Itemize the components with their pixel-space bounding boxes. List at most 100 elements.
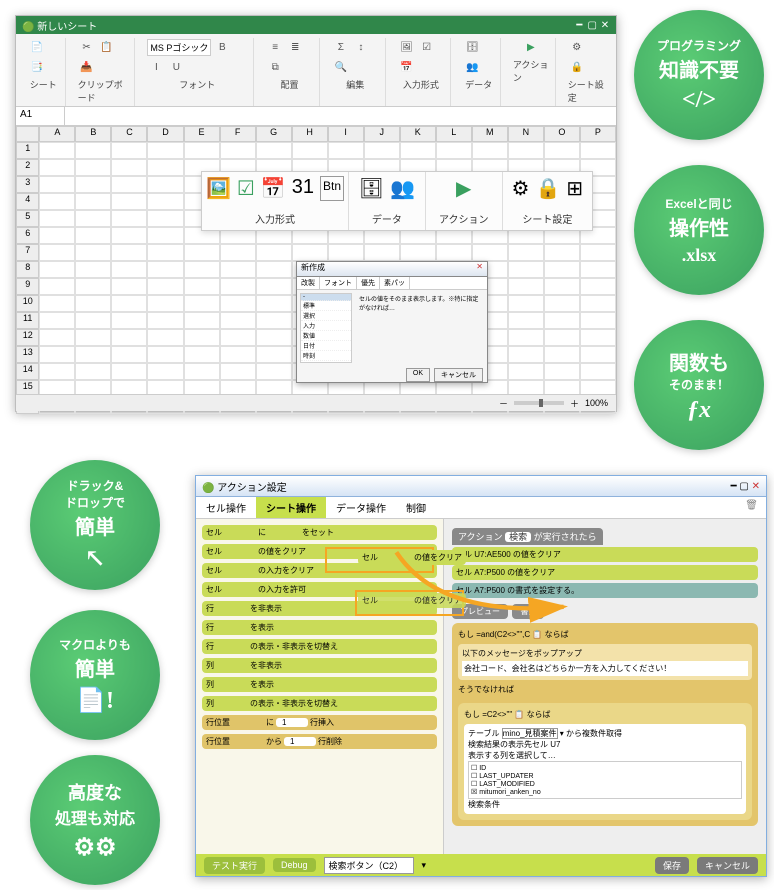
cell[interactable]: [184, 244, 220, 261]
cell[interactable]: [220, 244, 256, 261]
cell[interactable]: [75, 244, 111, 261]
cell[interactable]: [508, 312, 544, 329]
cell[interactable]: [147, 193, 183, 210]
col-header[interactable]: I: [328, 126, 364, 142]
col-header[interactable]: E: [184, 126, 220, 142]
col-header[interactable]: B: [75, 126, 111, 142]
cell[interactable]: [111, 346, 147, 363]
cell[interactable]: [75, 210, 111, 227]
image-icon[interactable]: 🖼️: [206, 176, 231, 201]
spreadsheet-titlebar[interactable]: 🟢 新しいシート ━ ▢ ✕: [16, 16, 616, 34]
cell[interactable]: [256, 363, 292, 380]
cell[interactable]: [292, 142, 328, 159]
cut-icon[interactable]: ✂: [78, 38, 96, 56]
cell[interactable]: [220, 312, 256, 329]
cell[interactable]: [508, 244, 544, 261]
column-list[interactable]: ☐ ID ☐ LAST_UPDATER ☐ LAST_MODIFIED ☒ mi…: [468, 761, 742, 799]
cell[interactable]: [39, 329, 75, 346]
cell[interactable]: [544, 363, 580, 380]
cell[interactable]: [580, 278, 616, 295]
palette-block[interactable]: 行位置 に 1 行挿入: [202, 715, 437, 730]
cell[interactable]: [75, 278, 111, 295]
cell[interactable]: [508, 295, 544, 312]
row-header[interactable]: 3: [16, 176, 39, 193]
cell[interactable]: [544, 346, 580, 363]
cell[interactable]: [580, 363, 616, 380]
find-icon[interactable]: 🔍: [332, 58, 350, 76]
cell[interactable]: [256, 312, 292, 329]
formula-bar[interactable]: [65, 107, 616, 125]
row-header[interactable]: 13: [16, 346, 39, 363]
cell[interactable]: [220, 261, 256, 278]
format-button[interactable]: 書式: [512, 604, 544, 619]
cell[interactable]: [39, 363, 75, 380]
cell[interactable]: [147, 278, 183, 295]
cell[interactable]: [75, 193, 111, 210]
col-header[interactable]: F: [220, 126, 256, 142]
col-header[interactable]: K: [400, 126, 436, 142]
lock-icon[interactable]: 🔒: [535, 176, 560, 201]
cell[interactable]: [184, 142, 220, 159]
cell[interactable]: [580, 312, 616, 329]
tab-control[interactable]: 制御: [396, 497, 436, 518]
dialog-tab[interactable]: 素パッ: [380, 277, 410, 289]
cell[interactable]: [39, 312, 75, 329]
users-icon[interactable]: 👥: [390, 176, 415, 201]
underline-icon[interactable]: U: [167, 58, 185, 76]
cell[interactable]: [39, 346, 75, 363]
cell[interactable]: [111, 176, 147, 193]
col-header[interactable]: H: [292, 126, 328, 142]
cell[interactable]: [111, 193, 147, 210]
cell[interactable]: [111, 295, 147, 312]
col-header[interactable]: P: [580, 126, 616, 142]
play-icon[interactable]: ▶: [456, 176, 471, 201]
palette-block[interactable]: 列 の表示・非表示を切替え: [202, 696, 437, 711]
row-header[interactable]: 14: [16, 363, 39, 380]
cell[interactable]: [184, 261, 220, 278]
cell[interactable]: [75, 176, 111, 193]
dialog-close-icon[interactable]: ✕: [476, 262, 483, 276]
copy-icon[interactable]: 📋: [98, 38, 116, 56]
cell[interactable]: [111, 312, 147, 329]
cell[interactable]: [147, 363, 183, 380]
minimize-button[interactable]: ━: [574, 20, 584, 31]
palette-block[interactable]: 列 を非表示: [202, 658, 437, 673]
col-header[interactable]: N: [508, 126, 544, 142]
col-header[interactable]: M: [472, 126, 508, 142]
cell[interactable]: [39, 244, 75, 261]
cell[interactable]: [39, 193, 75, 210]
cell[interactable]: [75, 261, 111, 278]
cell[interactable]: [147, 176, 183, 193]
col-header[interactable]: D: [147, 126, 183, 142]
cell[interactable]: [580, 244, 616, 261]
close-button[interactable]: ✕: [752, 481, 760, 492]
cell[interactable]: [580, 142, 616, 159]
cell[interactable]: [39, 278, 75, 295]
row-header[interactable]: 2: [16, 159, 39, 176]
cell[interactable]: [436, 244, 472, 261]
cell[interactable]: [256, 346, 292, 363]
cell[interactable]: [544, 329, 580, 346]
action-titlebar[interactable]: 🟢 アクション設定 ━ ▢ ✕: [196, 476, 766, 497]
cell[interactable]: [111, 278, 147, 295]
db-icon[interactable]: 🗄: [463, 38, 481, 56]
palette-block[interactable]: 行 を表示: [202, 620, 437, 635]
trigger-select[interactable]: 検索ボタン（C2）: [324, 857, 414, 874]
cell[interactable]: [75, 312, 111, 329]
dialog-tab[interactable]: フォント: [320, 277, 357, 289]
cell[interactable]: [147, 210, 183, 227]
dialog-tab[interactable]: 優先: [357, 277, 380, 289]
cell[interactable]: [147, 295, 183, 312]
cell[interactable]: [328, 244, 364, 261]
sort-icon[interactable]: ↕: [352, 38, 370, 56]
cell[interactable]: [184, 329, 220, 346]
cell[interactable]: [147, 312, 183, 329]
cell[interactable]: [39, 261, 75, 278]
cell[interactable]: [256, 329, 292, 346]
image-icon[interactable]: 🖼: [398, 38, 416, 56]
col-header[interactable]: A: [39, 126, 75, 142]
palette-block[interactable]: セル に をセット: [202, 525, 437, 540]
italic-icon[interactable]: I: [147, 58, 165, 76]
row-header[interactable]: 4: [16, 193, 39, 210]
cell[interactable]: [111, 244, 147, 261]
